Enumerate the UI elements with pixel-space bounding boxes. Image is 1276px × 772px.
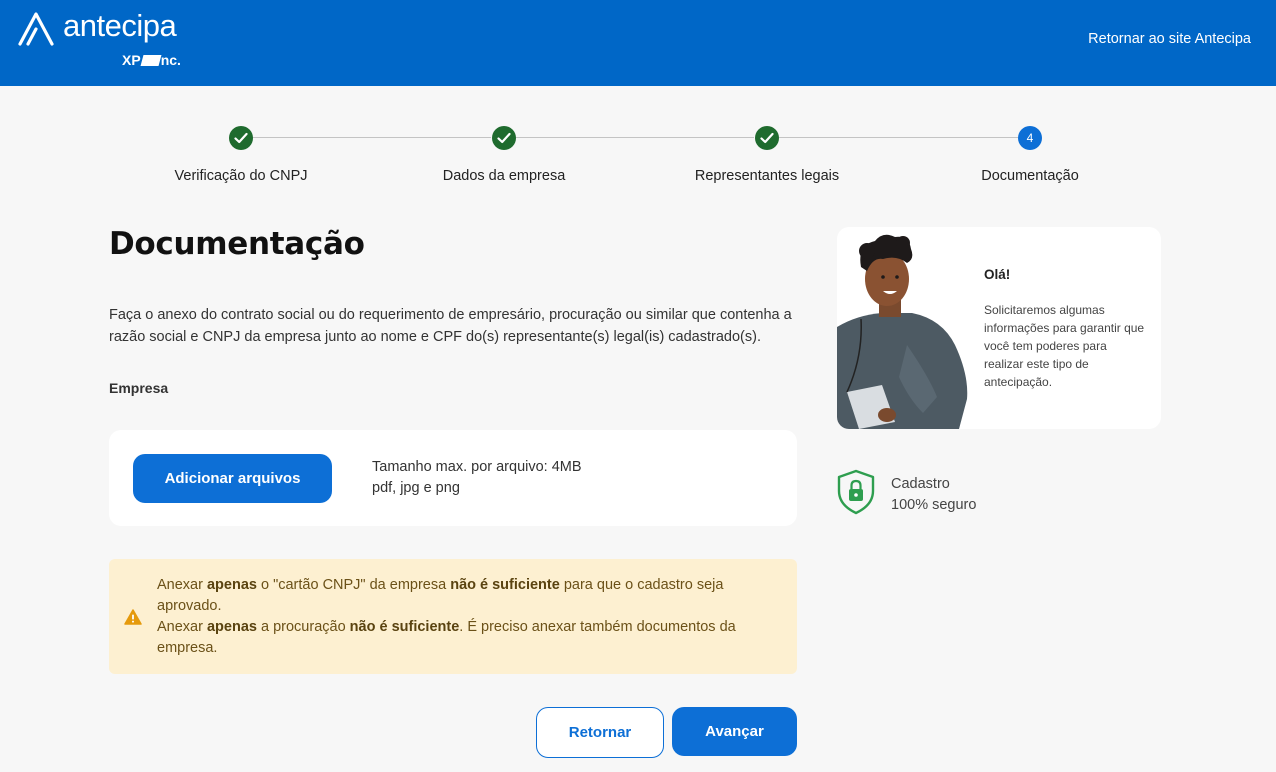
warn-text-emphasis: apenas	[206, 619, 257, 635]
max-file-size-text: Tamanho max. por arquivo: 4MB	[372, 459, 582, 475]
warning-triangle-icon	[124, 609, 142, 625]
step-3-check-icon	[755, 126, 779, 150]
warn-text-part: Anexar	[157, 619, 207, 635]
redaction-mark	[140, 55, 162, 66]
step-label-cnpj: Verificação do CNPJ	[174, 168, 308, 184]
warning-line-cnpj-card: Anexar apenas o "cartão CNPJ" da empresa…	[157, 575, 767, 617]
step-4-number: 4	[1018, 126, 1042, 150]
step-connector	[778, 137, 1018, 138]
logo-subbrand: XP nc.	[122, 52, 181, 68]
allowed-formats-text: pdf, jpg e png	[372, 480, 460, 496]
page-description: Faça o anexo do contrato social ou do re…	[109, 307, 792, 345]
warning-alert: Anexar apenas o "cartão CNPJ" da empresa…	[109, 559, 797, 674]
upload-card: Adicionar arquivos Tamanho max. por arqu…	[109, 430, 797, 526]
warn-text-part: Anexar	[157, 577, 207, 593]
logo-sub-prefix: XP	[122, 52, 141, 68]
warning-text: Anexar apenas o "cartão CNPJ" da empresa…	[157, 575, 767, 659]
next-button[interactable]: Avançar	[672, 707, 797, 756]
warn-text-part: o "cartão CNPJ" da empresa	[256, 577, 451, 593]
logo-sub-suffix: nc.	[160, 52, 181, 68]
warn-text-emphasis: não é suficiente	[349, 619, 460, 635]
return-to-site-link[interactable]: Retornar ao site Antecipa	[1088, 31, 1251, 47]
warn-text-part: a procuração	[256, 619, 350, 635]
assistant-message: Solicitaremos algumas informações para g…	[984, 303, 1145, 389]
shield-lock-icon	[837, 469, 875, 515]
section-label-company: Empresa	[109, 380, 169, 396]
step-label-company-data: Dados da empresa	[442, 168, 566, 184]
warn-text-emphasis: apenas	[206, 577, 257, 593]
warning-line-procuration: Anexar apenas a procuração não é suficie…	[157, 617, 767, 659]
step-label-documentation: Documentação	[981, 168, 1079, 184]
add-files-button[interactable]: Adicionar arquivos	[133, 454, 332, 503]
assistant-card: Olá! Solicitaremos algumas informações p…	[837, 227, 1161, 429]
step-label-legal-reps: Representantes legais	[694, 168, 840, 184]
step-connector	[515, 137, 754, 138]
step-connector	[252, 137, 491, 138]
secure-line-2: 100% seguro	[891, 497, 977, 513]
assistant-illustration	[837, 234, 968, 429]
antecipa-logo-icon	[18, 12, 54, 46]
page-title: Documentação	[109, 226, 365, 262]
warn-text-emphasis: não é suficiente	[450, 577, 560, 593]
logo-wordmark: antecipa	[63, 8, 177, 43]
step-1-check-icon	[229, 126, 253, 150]
top-header: antecipa XP nc. Retornar ao site Antecipa	[0, 0, 1276, 86]
back-button[interactable]: Retornar	[536, 707, 664, 758]
secure-registration-text: Cadastro 100% seguro	[891, 474, 976, 516]
secure-line-1: Cadastro	[891, 476, 950, 492]
assistant-greeting: Olá!	[984, 267, 1011, 282]
step-2-check-icon	[492, 126, 516, 150]
upload-info: Tamanho max. por arquivo: 4MB pdf, jpg e…	[372, 457, 582, 499]
